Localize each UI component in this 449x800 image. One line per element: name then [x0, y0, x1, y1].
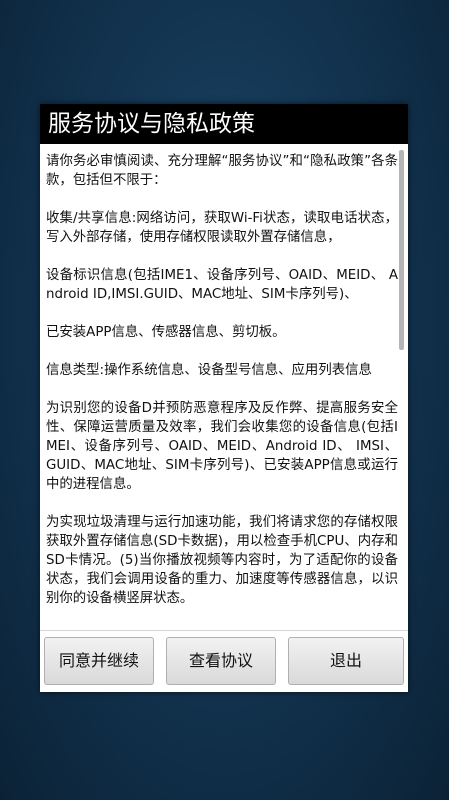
exit-button[interactable]: 退出: [288, 637, 404, 685]
privacy-dialog: 服务协议与隐私政策 请你务必审慎阅读、充分理解“服务协议”和“隐私政策”各条款，…: [40, 104, 408, 692]
policy-paragraph-storage: 为实现垃圾清理与运行加速功能，我们将请求您的存储权限获取外置存储信息(SD卡数据…: [46, 515, 398, 606]
policy-paragraph-info-type: 信息类型:操作系统信息、设备型号信息、应用列表信息: [46, 363, 372, 378]
dialog-title: 服务协议与隐私政策: [40, 104, 408, 144]
policy-paragraph-intro: 请你务必审慎阅读、充分理解“服务协议”和“隐私政策”各条款，包括但不限于：: [46, 154, 398, 188]
scrollbar-thumb[interactable]: [399, 150, 404, 350]
agree-continue-button[interactable]: 同意并继续: [44, 637, 154, 685]
policy-paragraph-device-id: 设备标识信息(包括IME1、设备序列号、OAID、MEID、 Android I…: [46, 268, 398, 302]
policy-paragraph-collect: 收集/共享信息:网络访问，获取Wi-Fi状态，读取电话状态，写入外部存储，使用存…: [46, 211, 398, 245]
scrollbar[interactable]: [399, 150, 405, 626]
button-bar: 同意并继续 查看协议 退出: [40, 630, 408, 692]
dialog-content[interactable]: 请你务必审慎阅读、充分理解“服务协议”和“隐私政策”各条款，包括但不限于： 收集…: [40, 144, 408, 692]
policy-text[interactable]: 请你务必审慎阅读、充分理解“服务协议”和“隐私政策”各条款，包括但不限于： 收集…: [46, 152, 398, 626]
policy-paragraph-apps: 已安装APP信息、传感器信息、剪切板。: [46, 325, 286, 340]
view-agreement-button[interactable]: 查看协议: [166, 637, 276, 685]
policy-paragraph-security: 为识别您的设备D并预防恶意程序及反作弊、提高服务安全性、保障运营质量及效率，我们…: [46, 401, 398, 492]
